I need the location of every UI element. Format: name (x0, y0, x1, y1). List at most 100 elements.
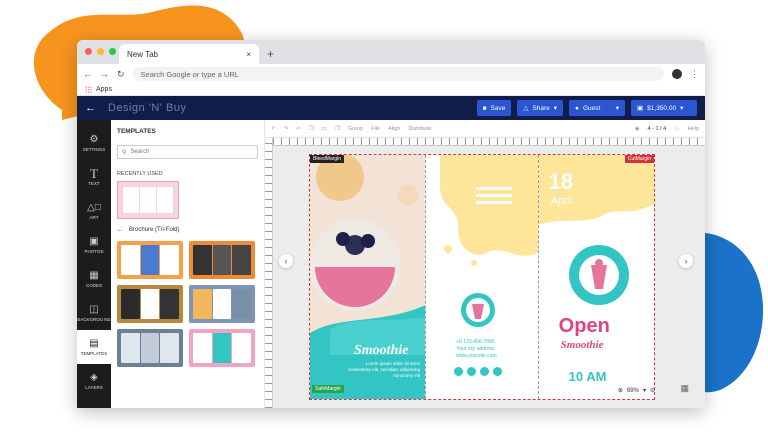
brochure-panel-middle[interactable]: +0 123-456-7890 Your city address www.yo… (425, 155, 539, 399)
rail-photos[interactable]: ▣ PHOTOS (77, 228, 111, 262)
bleed-margin-tag: BleedMargin (310, 155, 345, 163)
zoom-out-icon[interactable]: ⊖ (650, 387, 655, 394)
templates-icon: ▤ (89, 337, 99, 349)
time-label: 10 AM (568, 369, 607, 384)
template-search-input[interactable]: ⚲ Search (117, 145, 258, 159)
pinterest-icon[interactable] (480, 367, 490, 376)
rail-background[interactable]: ◫ BACKGROU ND (77, 296, 111, 330)
new-tab-button[interactable]: + (267, 47, 274, 61)
cart-icon: ▣ (637, 105, 644, 112)
browser-menu-icon[interactable]: ⋮ (690, 69, 699, 80)
align-menu[interactable]: Align (388, 126, 400, 132)
prev-page-button[interactable]: ‹ (279, 254, 293, 268)
cut-icon[interactable]: ✂ (296, 126, 301, 132)
redo-icon[interactable]: ↷ (284, 126, 289, 132)
group-button[interactable]: Group (348, 126, 363, 132)
maximize-window-button[interactable] (109, 48, 116, 55)
category-row[interactable]: ← Brochure (Tri-Fold) (117, 227, 258, 233)
reload-icon[interactable]: ↻ (117, 69, 125, 80)
recent-template-thumb[interactable] (117, 181, 179, 219)
rail-layers[interactable]: ◈ LAYERS (77, 364, 111, 398)
save-label: Save (490, 104, 506, 112)
undo-icon[interactable]: ↶ (271, 126, 276, 132)
share-button[interactable]: △ Share ▾ (517, 100, 563, 116)
rail-art[interactable]: △□ ART (77, 194, 111, 228)
tab-close-icon[interactable]: × (246, 50, 251, 59)
rail-text[interactable]: T TEXT (77, 160, 111, 194)
rail-label: CODES (85, 282, 102, 288)
text-icon: T (90, 165, 98, 181)
smoothie-title: Smoothie (354, 343, 409, 358)
page-indicator[interactable]: 4 - 1 / 4 (648, 126, 667, 132)
rail-label: BACKGROU ND (77, 316, 111, 322)
template-thumb[interactable] (189, 241, 255, 279)
back-icon[interactable]: ← (83, 69, 92, 79)
guest-button[interactable]: ● Guest ▾ (569, 100, 625, 116)
tool-rail: ⚙ SETTINGS T TEXT △□ ART ▣ PHOTOS ▦ CODES ◫ BA… (77, 120, 111, 408)
template-thumb[interactable] (189, 285, 255, 323)
guest-label: Guest (582, 104, 601, 112)
help-icon[interactable]: ⓘ (674, 125, 680, 133)
paste-icon[interactable]: ▭ (322, 126, 327, 132)
zoom-control[interactable]: ⊕ 69% ▾ ⊖ (618, 387, 655, 395)
gear-icon: ⚙ (89, 133, 99, 145)
panel-title: TEMPLATES (117, 128, 156, 135)
zoom-in-icon[interactable]: ⊕ (618, 387, 623, 394)
apps-icon[interactable] (85, 86, 92, 93)
instagram-icon[interactable] (454, 367, 464, 376)
chevron-down-icon: ▾ (553, 105, 557, 112)
tab-new-tab[interactable]: New Tab × (119, 44, 259, 64)
whatsapp-icon[interactable] (493, 367, 503, 376)
app-logo: Design 'N' Buy (108, 102, 187, 114)
chevron-down-icon: ▾ (680, 105, 684, 112)
template-thumb[interactable] (117, 241, 183, 279)
save-button[interactable]: ■ Save (476, 100, 512, 116)
zoom-level: 69% (626, 387, 639, 394)
back-arrow-icon[interactable]: ← (117, 227, 123, 233)
rail-label: TEMPLATES (80, 350, 108, 356)
next-page-button[interactable]: › (679, 254, 693, 268)
cut-margin-tag: CutMargin (624, 155, 654, 163)
help-label[interactable]: Help (688, 126, 699, 132)
copy-icon[interactable]: ❐ (309, 126, 314, 132)
file-menu[interactable]: File (371, 126, 380, 132)
tab-title: New Tab (127, 49, 158, 59)
profile-avatar[interactable] (672, 69, 682, 79)
facebook-icon[interactable] (467, 367, 477, 376)
contact-phone: +0 123-456-7890 (456, 339, 495, 345)
rail-settings[interactable]: ⚙ SETTINGS (77, 126, 111, 160)
duplicate-icon[interactable]: ❒ (335, 126, 340, 132)
preview-icon[interactable]: ◉ (635, 126, 640, 132)
template-thumb[interactable] (117, 285, 183, 323)
background-icon: ◫ (89, 303, 99, 315)
yellow-splash-graphic (440, 155, 538, 327)
bookmarks-bar: Apps (77, 84, 705, 96)
brochure-panel-left[interactable]: BleedMargin Smoothie Lorem ipsum dolor s… (310, 155, 426, 399)
template-thumb[interactable] (189, 329, 255, 367)
horizontal-ruler (265, 138, 705, 146)
minimize-window-button[interactable] (97, 48, 104, 55)
brochure-panel-right[interactable]: 18 April CutMargin Open Smoothie 10 AM (538, 155, 654, 399)
contact-web: www.yoursite.com (456, 353, 497, 359)
forward-icon[interactable]: → (100, 69, 109, 79)
close-window-button[interactable] (85, 48, 92, 55)
category-label: Brochure (Tri-Fold) (129, 227, 180, 233)
photo-icon: ▣ (89, 235, 99, 247)
rail-label: LAYERS (85, 384, 103, 390)
vertical-ruler (265, 138, 273, 408)
back-arrow-icon[interactable]: ← (85, 102, 96, 114)
layers-icon: ◈ (90, 371, 98, 383)
rail-codes[interactable]: ▦ CODES (77, 262, 111, 296)
editor-main: ⚙ SETTINGS T TEXT △□ ART ▣ PHOTOS ▦ CODES ◫ BA… (77, 120, 705, 408)
cart-button[interactable]: ▣ $1,350.00 ▾ (631, 100, 697, 116)
address-input[interactable]: Search Google or type a URL (132, 67, 664, 81)
rail-label: ART (89, 214, 99, 220)
distribute-menu[interactable]: Distribute (408, 126, 431, 132)
grid-toggle-icon[interactable]: ▦ (680, 383, 689, 394)
rail-templates[interactable]: ▤ TEMPLATES (77, 330, 111, 364)
open-heading: Open (558, 315, 610, 337)
apps-label[interactable]: Apps (96, 86, 112, 93)
template-thumb[interactable] (117, 329, 183, 367)
contact-address: Your city address (456, 346, 495, 352)
share-icon: △ (523, 105, 529, 112)
